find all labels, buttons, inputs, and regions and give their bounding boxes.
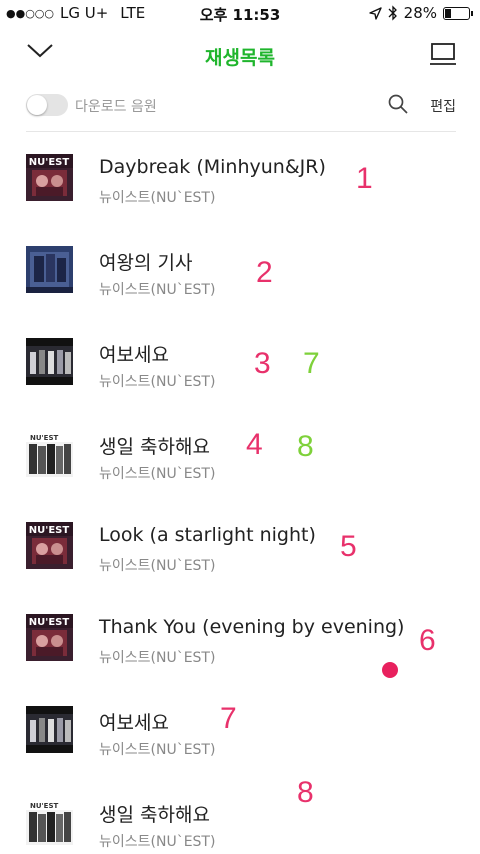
annotation-number: 3 xyxy=(254,347,271,380)
battery-percent: 28% xyxy=(403,4,437,22)
status-bar: ●●○○○ LG U+ LTE 오후 11:53 28% xyxy=(0,0,480,28)
song-row[interactable]: 여보세요뉴이스트(NU`EST) xyxy=(0,318,480,410)
svg-text:NU'EST: NU'EST xyxy=(29,525,70,536)
song-row[interactable]: NU'EST 생일 축하해요뉴이스트(NU`EST) xyxy=(0,778,480,854)
annotation-dot xyxy=(382,662,398,678)
song-artist: 뉴이스트(NU`EST) xyxy=(99,834,216,850)
search-icon[interactable] xyxy=(388,94,408,114)
svg-text:NU'EST: NU'EST xyxy=(30,434,59,442)
svg-text:NU'EST: NU'EST xyxy=(30,802,59,810)
song-title: 여보세요 xyxy=(99,712,169,734)
annotation-number: 6 xyxy=(419,624,436,657)
song-row[interactable]: 여보세요뉴이스트(NU`EST) xyxy=(0,686,480,778)
queue-icon[interactable] xyxy=(430,42,456,66)
battery-fill xyxy=(445,8,451,18)
song-title: Thank You (evening by evening) xyxy=(99,616,405,638)
song-row[interactable]: NU'EST Daybreak (Minhyun&JR) 뉴이스트(NU`EST) xyxy=(0,134,480,226)
album-cover: NU'EST xyxy=(26,522,73,569)
album-cover: NU'EST xyxy=(26,614,73,661)
album-cover: NU'EST xyxy=(26,430,73,477)
album-cover xyxy=(26,246,73,293)
annotation-number: 4 xyxy=(246,428,263,461)
status-right: 28% xyxy=(368,4,473,22)
album-cover xyxy=(26,338,73,385)
edit-button[interactable]: 편집 xyxy=(430,96,456,116)
annotation-number: 8 xyxy=(297,776,314,809)
song-title: 여보세요 xyxy=(99,344,169,366)
song-title: 생일 축하해요 xyxy=(99,804,210,826)
annotation-number: 2 xyxy=(256,256,273,289)
annotation-number: 5 xyxy=(340,530,357,563)
song-row[interactable]: NU'EST Thank You (evening by evening) 뉴이스트… xyxy=(0,594,480,686)
album-cover: NU'EST xyxy=(26,154,73,201)
header: 재생목록 xyxy=(0,36,480,76)
song-artist: 뉴이스트(NU`EST) xyxy=(99,190,216,206)
song-title: Look (a starlight night) xyxy=(99,524,316,546)
album-cover: NU'EST xyxy=(26,798,73,845)
song-artist: 뉴이스트(NU`EST) xyxy=(99,650,216,666)
song-title: 생일 축하해요 xyxy=(99,436,210,458)
annotation-number: 7 xyxy=(303,347,320,380)
playlist-toolbar: 다운로드 음원 편집 xyxy=(26,86,456,132)
page-title: 재생목록 xyxy=(205,47,275,69)
annotation-number: 7 xyxy=(220,702,237,735)
annotation-number: 8 xyxy=(297,430,314,463)
song-artist: 뉴이스트(NU`EST) xyxy=(99,282,216,298)
song-artist: 뉴이스트(NU`EST) xyxy=(99,558,216,574)
song-row[interactable]: 여왕의 기사뉴이스트(NU`EST) xyxy=(0,226,480,318)
svg-text:NU'EST: NU'EST xyxy=(29,617,70,628)
song-artist: 뉴이스트(NU`EST) xyxy=(99,374,216,390)
song-artist: 뉴이스트(NU`EST) xyxy=(99,742,216,758)
song-row[interactable]: NU'EST Look (a starlight night) 뉴이스트(NU`ES… xyxy=(0,502,480,594)
bluetooth-icon xyxy=(388,5,397,21)
download-toggle[interactable] xyxy=(26,94,68,116)
battery-icon xyxy=(443,6,473,20)
download-label: 다운로드 음원 xyxy=(75,99,157,115)
song-row[interactable]: NU'EST 생일 축하해요뉴이스트(NU`EST) xyxy=(0,410,480,502)
song-title: Daybreak (Minhyun&JR) xyxy=(99,156,326,178)
svg-text:NU'EST: NU'EST xyxy=(29,157,70,168)
annotation-number: 1 xyxy=(356,162,373,195)
toggle-knob xyxy=(27,95,47,115)
song-artist: 뉴이스트(NU`EST) xyxy=(99,466,216,482)
album-cover xyxy=(26,706,73,753)
location-icon xyxy=(368,6,382,20)
song-title: 여왕의 기사 xyxy=(99,252,193,274)
